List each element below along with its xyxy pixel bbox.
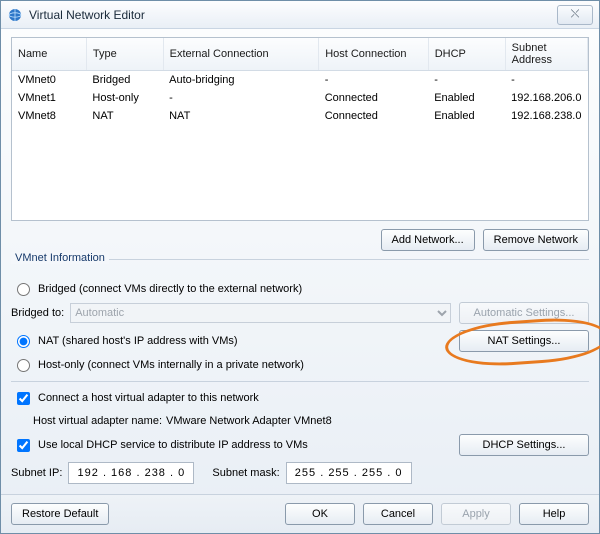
col-type[interactable]: Type xyxy=(86,38,163,71)
subnet-ip-label: Subnet IP: xyxy=(11,467,62,479)
table-row[interactable]: VMnet8NATNATConnectedEnabled192.168.238.… xyxy=(12,107,588,125)
cell-dhcp: - xyxy=(428,71,505,90)
table-row[interactable]: VMnet1Host-only-ConnectedEnabled192.168.… xyxy=(12,89,588,107)
footer: Restore Default OK Cancel Apply Help xyxy=(1,494,599,533)
add-network-button[interactable]: Add Network... xyxy=(381,229,475,251)
automatic-settings-button: Automatic Settings... xyxy=(459,302,589,324)
cancel-button[interactable]: Cancel xyxy=(363,503,433,525)
checkbox-dhcp[interactable] xyxy=(17,439,30,452)
col-dhcp[interactable]: DHCP xyxy=(428,38,505,71)
dhcp-settings-button[interactable]: DHCP Settings... xyxy=(459,434,589,456)
radio-nat[interactable] xyxy=(17,335,30,348)
group-label: VMnet Information xyxy=(11,252,109,264)
cell-subnet: 192.168.238.0 xyxy=(505,107,587,125)
cell-ext: - xyxy=(163,89,319,107)
virtual-network-editor-window: Virtual Network Editor ⤬ Name Type Exter… xyxy=(0,0,600,534)
cell-type: Bridged xyxy=(86,71,163,90)
cell-dhcp: Enabled xyxy=(428,89,505,107)
host-adapter-name-value: VMware Network Adapter VMnet8 xyxy=(166,415,332,427)
close-button[interactable]: ⤬ xyxy=(557,5,593,25)
titlebar: Virtual Network Editor ⤬ xyxy=(1,1,599,29)
vmnet-information-group: VMnet Information Bridged (connect VMs d… xyxy=(11,259,589,484)
checkbox-host-adapter-label: Connect a host virtual adapter to this n… xyxy=(38,392,259,404)
cell-ext: Auto-bridging xyxy=(163,71,319,90)
cell-host: - xyxy=(319,71,429,90)
cell-ext: NAT xyxy=(163,107,319,125)
cell-subnet: 192.168.206.0 xyxy=(505,89,587,107)
radio-nat-label: NAT (shared host's IP address with VMs) xyxy=(38,335,238,347)
subnet-mask-label: Subnet mask: xyxy=(212,467,279,479)
subnet-ip-input[interactable] xyxy=(68,462,194,484)
apply-button: Apply xyxy=(441,503,511,525)
help-button[interactable]: Help xyxy=(519,503,589,525)
radio-hostonly-label: Host-only (connect VMs internally in a p… xyxy=(38,359,304,371)
checkbox-host-adapter[interactable] xyxy=(17,392,30,405)
cell-subnet: - xyxy=(505,71,587,90)
nat-settings-button[interactable]: NAT Settings... xyxy=(459,330,589,352)
window-title: Virtual Network Editor xyxy=(29,8,145,22)
close-icon: ⤬ xyxy=(571,8,580,21)
restore-default-button[interactable]: Restore Default xyxy=(11,503,109,525)
host-adapter-name-label: Host virtual adapter name: xyxy=(33,415,162,427)
cell-type: NAT xyxy=(86,107,163,125)
cell-type: Host-only xyxy=(86,89,163,107)
ok-button[interactable]: OK xyxy=(285,503,355,525)
cell-name: VMnet0 xyxy=(12,71,86,90)
bridged-to-label: Bridged to: xyxy=(11,307,64,319)
cell-dhcp: Enabled xyxy=(428,107,505,125)
table-row[interactable]: VMnet0BridgedAuto-bridging--- xyxy=(12,71,588,90)
col-name[interactable]: Name xyxy=(12,38,86,71)
col-ext[interactable]: External Connection xyxy=(163,38,319,71)
bridged-to-select: Automatic xyxy=(70,303,451,323)
radio-hostonly[interactable] xyxy=(17,359,30,372)
app-icon xyxy=(7,7,23,23)
cell-host: Connected xyxy=(319,107,429,125)
radio-bridged-label: Bridged (connect VMs directly to the ext… xyxy=(38,283,302,295)
cell-host: Connected xyxy=(319,89,429,107)
cell-name: VMnet1 xyxy=(12,89,86,107)
col-host[interactable]: Host Connection xyxy=(319,38,429,71)
cell-name: VMnet8 xyxy=(12,107,86,125)
remove-network-button[interactable]: Remove Network xyxy=(483,229,589,251)
network-table[interactable]: Name Type External Connection Host Conne… xyxy=(11,37,589,221)
checkbox-dhcp-label: Use local DHCP service to distribute IP … xyxy=(38,439,308,451)
subnet-mask-input[interactable] xyxy=(286,462,412,484)
col-subnet[interactable]: Subnet Address xyxy=(505,38,587,71)
radio-bridged[interactable] xyxy=(17,283,30,296)
